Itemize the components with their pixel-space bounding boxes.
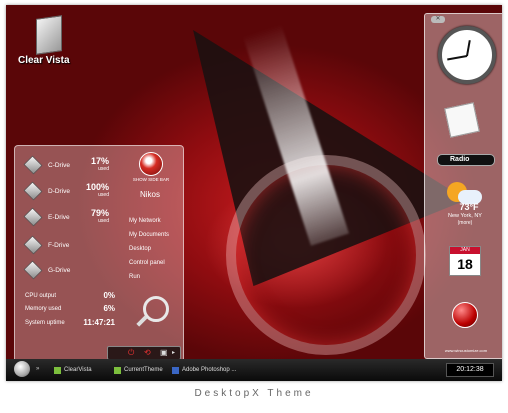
cd-drive-icon bbox=[23, 235, 43, 255]
drive-name: G-Drive bbox=[48, 267, 71, 274]
link-my-documents[interactable]: My Documents bbox=[129, 232, 169, 238]
drive-used-label: used bbox=[98, 192, 109, 198]
desktop-icon-label[interactable]: Clear Vista bbox=[18, 55, 70, 66]
user-name: Nikos bbox=[139, 190, 160, 199]
search-icon[interactable] bbox=[143, 296, 169, 322]
drive-d[interactable]: D-Drive 100% used bbox=[21, 180, 109, 202]
notes-icon[interactable] bbox=[444, 102, 480, 138]
power-controls: ⏻ ⟲ ▣ ▸ bbox=[107, 346, 181, 360]
system-panel: C-Drive 17% used D-Drive 100% used E-Dri… bbox=[14, 145, 184, 365]
drive-usage: 17% bbox=[90, 156, 109, 166]
radio-widget[interactable]: Radio bbox=[437, 154, 495, 166]
weather-more-link[interactable]: (more) bbox=[451, 220, 479, 226]
taskbar: » ClearVista CurrentTheme Adobe Photosho… bbox=[6, 359, 502, 381]
taskbar-item-photoshop[interactable]: Adobe Photoshop ... bbox=[172, 365, 236, 375]
uptime-value: 11:47:21 bbox=[83, 318, 115, 327]
link-desktop[interactable]: Desktop bbox=[129, 246, 151, 252]
uptime-stat: System uptime 11:47:21 bbox=[25, 318, 115, 327]
link-control-panel[interactable]: Control panel bbox=[129, 260, 165, 266]
radio-label: Radio bbox=[450, 156, 470, 163]
lock-icon[interactable]: ▣ bbox=[160, 348, 168, 358]
taskbar-item-currenttheme[interactable]: CurrentTheme bbox=[114, 365, 163, 375]
drive-name: F-Drive bbox=[48, 242, 70, 249]
cd-drive-icon bbox=[23, 260, 43, 280]
drive-used-label: used bbox=[98, 166, 109, 172]
link-run[interactable]: Run bbox=[129, 274, 140, 280]
clock-hour-hand bbox=[466, 40, 471, 57]
power-icon[interactable]: ⏻ bbox=[128, 348, 134, 358]
cpu-value: 0% bbox=[103, 291, 115, 300]
desktop: Clear Vista C-Drive 17% used D-Drive 100… bbox=[6, 5, 502, 381]
drive-c[interactable]: C-Drive 17% used bbox=[21, 154, 109, 176]
drive-g[interactable]: G-Drive bbox=[21, 259, 109, 281]
clock-widget bbox=[438, 26, 496, 84]
start-button[interactable] bbox=[14, 361, 30, 377]
calendar-month: JAN bbox=[450, 247, 480, 254]
user-avatar[interactable] bbox=[139, 152, 163, 176]
weather-temp: 73°F bbox=[459, 202, 479, 212]
drive-name: C-Drive bbox=[48, 162, 71, 169]
drive-used-label: used bbox=[98, 218, 109, 224]
cpu-label: CPU output bbox=[25, 293, 57, 299]
arrow-right-icon[interactable]: ▸ bbox=[172, 348, 175, 358]
caption: DesktopX Theme bbox=[194, 388, 314, 399]
drive-f[interactable]: F-Drive bbox=[21, 234, 109, 256]
folder-icon[interactable] bbox=[36, 15, 62, 55]
show-sidebar-label[interactable]: SHOW SIDE BAR bbox=[129, 177, 173, 182]
drive-name: D-Drive bbox=[48, 188, 71, 195]
cpu-stat: CPU output 0% bbox=[25, 291, 115, 300]
memory-value: 6% bbox=[103, 304, 115, 313]
drive-name: E-Drive bbox=[48, 214, 70, 221]
calendar-widget[interactable]: JAN 18 bbox=[449, 246, 481, 276]
clock-minute-hand bbox=[447, 55, 468, 61]
drive-e[interactable]: E-Drive 79% used bbox=[21, 206, 109, 228]
site-link[interactable]: www.wincustomize.com bbox=[435, 348, 497, 353]
drive-usage: 100% bbox=[85, 182, 109, 192]
hard-drive-icon bbox=[23, 181, 43, 201]
uptime-label: System uptime bbox=[25, 320, 65, 326]
hard-drive-icon bbox=[23, 155, 43, 175]
restart-icon[interactable]: ⟲ bbox=[144, 348, 151, 358]
globe-icon[interactable] bbox=[452, 302, 478, 328]
taskbar-item-clearvista[interactable]: ClearVista bbox=[54, 365, 92, 375]
hard-drive-icon bbox=[23, 207, 43, 227]
drive-usage: 79% bbox=[90, 208, 109, 218]
close-icon[interactable]: ✕ bbox=[431, 16, 445, 23]
weather-city: New York, NY bbox=[448, 213, 482, 219]
memory-label: Memory used bbox=[25, 306, 62, 312]
calendar-day: 18 bbox=[457, 256, 473, 272]
sidebar: ✕ Radio 73°F New York, NY (more) JAN 18 … bbox=[424, 13, 502, 359]
link-my-network[interactable]: My Network bbox=[129, 218, 161, 224]
memory-stat: Memory used 6% bbox=[25, 304, 115, 313]
double-arrow-icon[interactable]: » bbox=[36, 366, 39, 372]
taskbar-clock: 20:12:38 bbox=[446, 363, 494, 377]
